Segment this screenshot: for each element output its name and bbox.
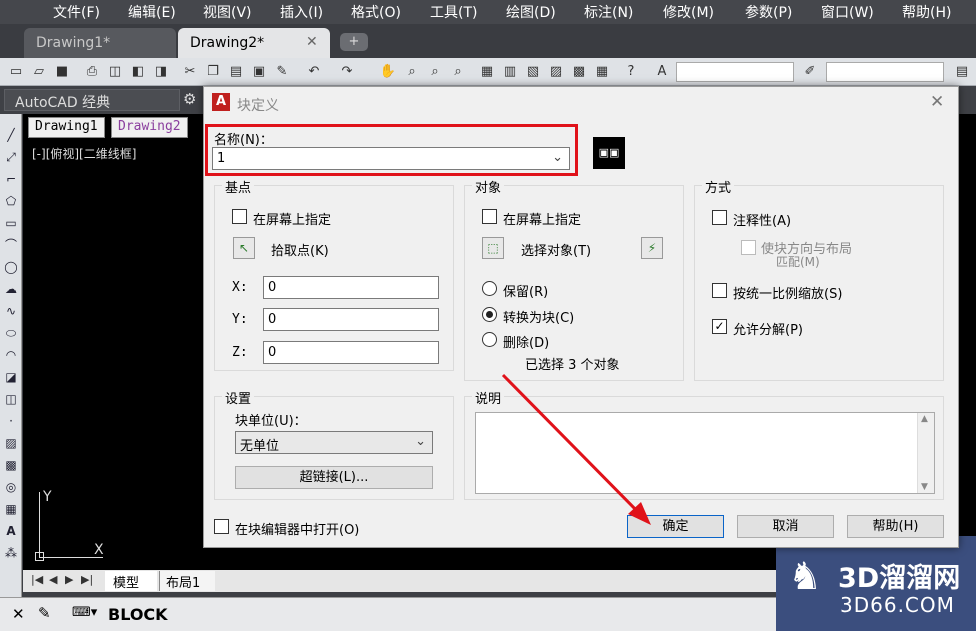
annotation-arrow: [501, 373, 651, 525]
